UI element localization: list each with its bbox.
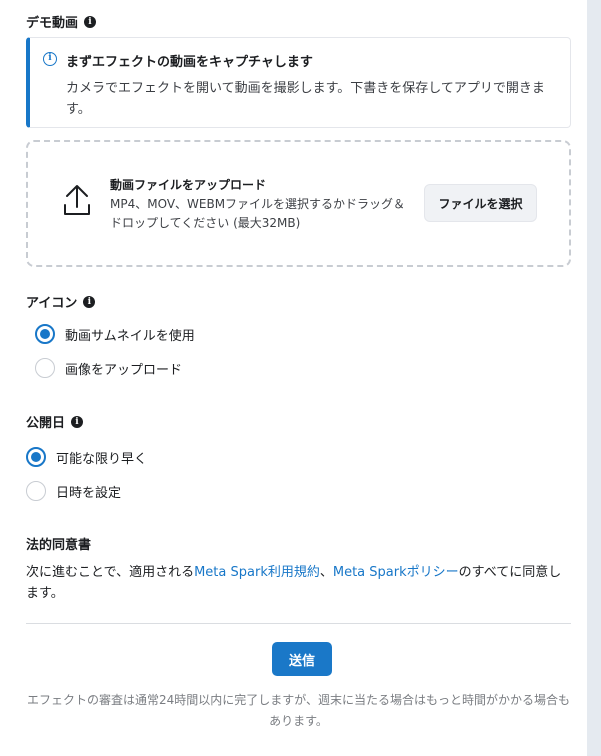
radio-label: 可能な限り早く (56, 451, 148, 467)
legal-agreement-text: 次に進むことで、適用されるMeta Spark利用規約、Meta Sparkポリ… (26, 562, 571, 604)
page-gutter (587, 0, 601, 756)
divider (26, 623, 571, 624)
notice-title: まずエフェクトの動画をキャプチャします (66, 55, 313, 70)
video-upload-dropzone[interactable]: 動画ファイルをアップロード MP4、MOV、WEBMファイルを選択するかドラッグ… (26, 140, 571, 267)
legal-text-middle: 、 (319, 565, 333, 580)
legal-heading: 法的同意書 (26, 534, 91, 553)
radio-button[interactable] (35, 358, 55, 378)
upload-icon (64, 185, 90, 215)
info-icon[interactable]: i (84, 15, 97, 28)
info-icon[interactable]: i (83, 295, 96, 308)
info-icon[interactable]: i (71, 415, 84, 428)
choose-file-button[interactable]: ファイルを選択 (424, 184, 537, 222)
demo-video-title: デモ動画 (26, 16, 79, 31)
demo-video-heading: デモ動画 i (26, 12, 97, 31)
radio-option-set-datetime[interactable]: 日時を設定 (26, 481, 121, 501)
radio-option-upload-image[interactable]: 画像をアップロード (35, 358, 182, 378)
radio-label: 動画サムネイルを使用 (65, 328, 195, 344)
icon-heading: アイコン i (26, 292, 96, 311)
info-circle-icon: i (43, 52, 57, 66)
capture-notice: i まずエフェクトの動画をキャプチャします カメラでエフェクトを開いて動画を撮影… (26, 37, 571, 128)
submit-button[interactable]: 送信 (272, 642, 332, 676)
upload-description: MP4、MOV、WEBMファイルを選択するかドラッグ＆ドロップしてください (最… (110, 197, 406, 230)
publish-date-title: 公開日 (26, 416, 66, 431)
radio-button-checked[interactable] (26, 447, 46, 467)
notice-body: カメラでエフェクトを開いて動画を撮影します。下書きを保存してアプリで開きます。 (66, 81, 545, 117)
terms-link[interactable]: Meta Spark利用規約 (194, 565, 320, 580)
policy-link[interactable]: Meta Sparkポリシー (333, 565, 459, 580)
legal-text-before: 次に進むことで、適用される (26, 565, 195, 580)
radio-button-checked[interactable] (35, 324, 55, 344)
legal-title: 法的同意書 (26, 538, 92, 553)
radio-button[interactable] (26, 481, 46, 501)
publish-date-heading: 公開日 i (26, 412, 84, 431)
radio-option-use-thumbnail[interactable]: 動画サムネイルを使用 (35, 324, 195, 344)
review-time-note: エフェクトの審査は通常24時間以内に完了しますが、週末に当たる場合はもっと時間が… (26, 693, 571, 728)
radio-option-asap[interactable]: 可能な限り早く (26, 447, 147, 467)
radio-label: 日時を設定 (56, 485, 122, 501)
upload-title: 動画ファイルをアップロード (110, 178, 267, 192)
form-panel: デモ動画 i i まずエフェクトの動画をキャプチャします カメラでエフェクトを開… (0, 0, 587, 756)
radio-label: 画像をアップロード (65, 362, 183, 378)
icon-section-title: アイコン (26, 296, 78, 311)
